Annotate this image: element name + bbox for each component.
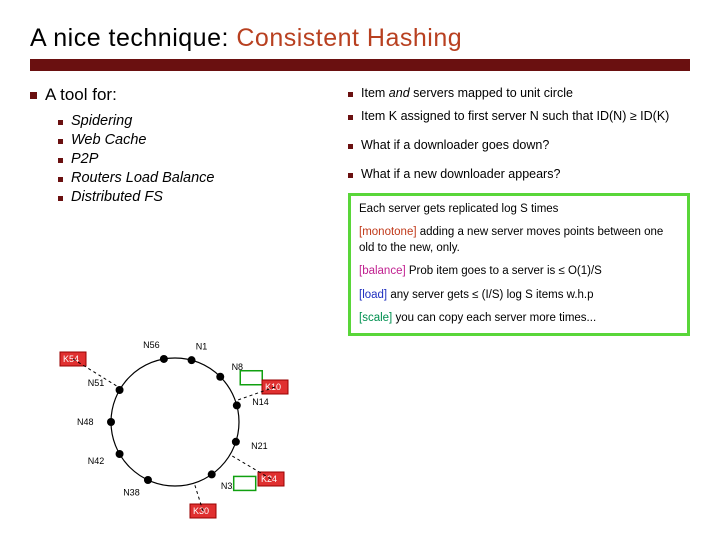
slide-title: A nice technique: Consistent Hashing — [30, 24, 690, 57]
box-prop-3: [scale] you can copy each server more ti… — [359, 311, 679, 327]
svg-text:K54: K54 — [63, 354, 79, 364]
svg-text:N56: N56 — [143, 340, 160, 350]
svg-text:N1: N1 — [196, 342, 208, 352]
right-item-1: Item K assigned to first server N such t… — [361, 108, 669, 125]
left-item-1: Web Cache — [71, 132, 147, 148]
right-bullets: Item and servers mapped to unit circle I… — [348, 85, 690, 183]
right-column: Item and servers mapped to unit circle I… — [348, 85, 690, 336]
bullet-icon — [58, 196, 63, 201]
box-lead: Each server gets replicated log S times — [359, 202, 679, 218]
svg-text:K30: K30 — [193, 506, 209, 516]
left-heading: A tool for: — [45, 85, 117, 105]
left-item-3: Routers Load Balance — [71, 170, 215, 186]
left-heading-row: A tool for: — [30, 85, 330, 105]
svg-text:N14: N14 — [252, 397, 269, 407]
box-prop-0: [monotone] adding a new server moves poi… — [359, 225, 679, 256]
svg-text:K24: K24 — [261, 474, 277, 484]
left-item-0: Spidering — [71, 113, 132, 129]
list-item: What if a downloader goes down? — [348, 137, 690, 154]
right-item-2: What if a downloader goes down? — [361, 137, 549, 154]
right-item-0: Item and servers mapped to unit circle — [361, 85, 573, 102]
bullet-icon — [58, 158, 63, 163]
svg-text:K10: K10 — [265, 382, 281, 392]
bullet-icon — [30, 92, 37, 99]
bullet-icon — [348, 173, 353, 178]
title-underline — [30, 59, 690, 71]
list-item: Item K assigned to first server N such t… — [348, 108, 690, 125]
bullet-icon — [58, 177, 63, 182]
bullet-icon — [58, 139, 63, 144]
properties-box: Each server gets replicated log S times … — [348, 193, 690, 336]
list-item: Web Cache — [58, 132, 330, 148]
left-column: A tool for: Spidering Web Cache P2P Rout… — [30, 85, 330, 336]
left-item-2: P2P — [71, 151, 98, 167]
list-item: P2P — [58, 151, 330, 167]
svg-text:N51: N51 — [88, 378, 105, 388]
list-item: Spidering — [58, 113, 330, 129]
svg-text:N42: N42 — [88, 456, 105, 466]
list-item: Item and servers mapped to unit circle — [348, 85, 690, 102]
bullet-icon — [58, 120, 63, 125]
list-item: What if a new downloader appears? — [348, 166, 690, 183]
content-columns: A tool for: Spidering Web Cache P2P Rout… — [30, 85, 690, 336]
bullet-icon — [348, 144, 353, 149]
list-item: Distributed FS — [58, 189, 330, 205]
right-item-3: What if a new downloader appears? — [361, 166, 560, 183]
ring-diagram: N56N1N8N14N21N32N38N42N48N51 K54K10K24K3… — [40, 322, 310, 522]
bullet-icon — [348, 115, 353, 120]
svg-text:N48: N48 — [77, 417, 94, 427]
list-item: Routers Load Balance — [58, 170, 330, 186]
box-prop-1: [balance] Prob item goes to a server is … — [359, 264, 679, 280]
title-plain: A nice technique: — [30, 24, 236, 52]
bullet-icon — [348, 92, 353, 97]
svg-text:N21: N21 — [251, 441, 268, 451]
left-item-4: Distributed FS — [71, 189, 163, 205]
left-sublist: Spidering Web Cache P2P Routers Load Bal… — [58, 113, 330, 205]
title-accent: Consistent Hashing — [236, 24, 462, 52]
box-prop-2: [load] any server gets ≤ (I/S) log S ite… — [359, 288, 679, 304]
svg-text:N38: N38 — [123, 488, 140, 498]
